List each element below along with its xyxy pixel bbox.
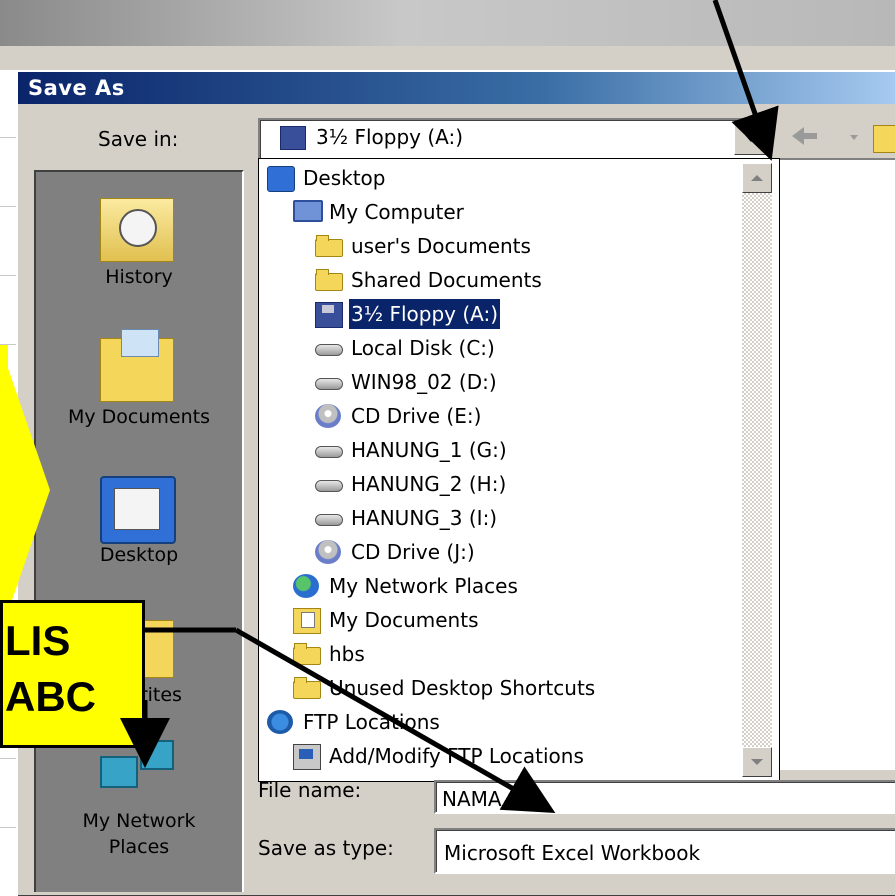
annotation-arrows — [120, 0, 779, 813]
arrow-to-file-name — [234, 627, 556, 813]
arrow-to-save-in — [712, 0, 779, 161]
